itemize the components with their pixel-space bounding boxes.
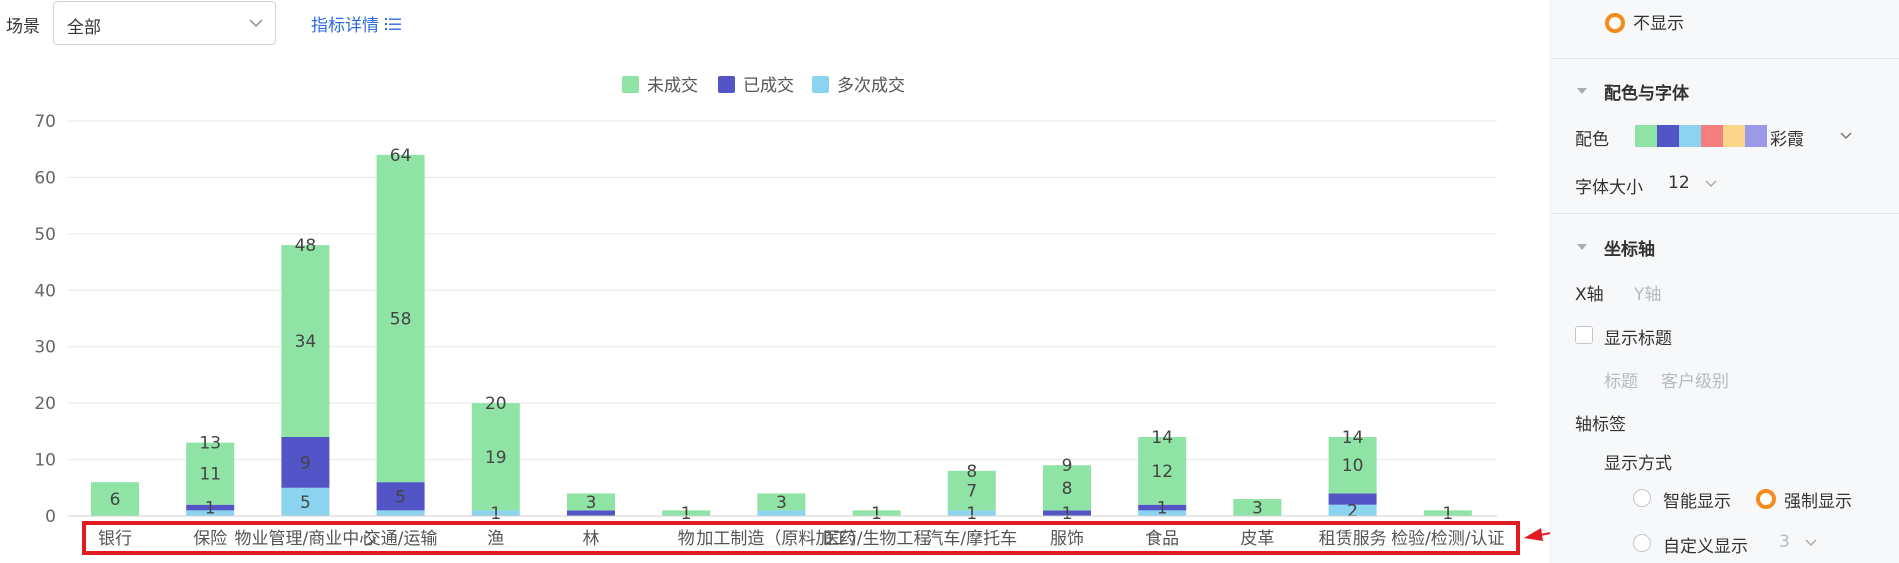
display-mode-label: 显示方式 — [1604, 454, 1672, 474]
show-title-label: 显示标题 — [1604, 329, 1672, 349]
axis-label-title: 轴标签 — [1575, 415, 1626, 435]
radio-smart-display[interactable] — [1633, 489, 1651, 507]
custom-display-chevron-down-icon[interactable] — [1804, 536, 1818, 550]
palette-swatch — [1745, 125, 1767, 147]
custom-display-value[interactable]: 3 — [1779, 532, 1790, 552]
palette-label: 配色 — [1575, 130, 1609, 150]
color-font-section-title: 配色与字体 — [1604, 84, 1689, 104]
settings-panel: 不显示 配色与字体 配色 彩霞 字体大小 12 坐标轴 X轴 Y轴 显示标题 标… — [1550, 0, 1899, 563]
palette-swatch — [1657, 125, 1679, 147]
title-input[interactable]: 客户级别 — [1661, 367, 1729, 392]
palette-name: 彩霞 — [1770, 130, 1804, 150]
radio-force-display[interactable] — [1756, 489, 1776, 509]
divider — [1551, 58, 1899, 59]
palette-swatch — [1701, 125, 1723, 147]
font-size-chevron-down-icon[interactable] — [1704, 177, 1718, 191]
tab-y-axis[interactable]: Y轴 — [1634, 280, 1661, 305]
collapse-caret-icon[interactable] — [1577, 88, 1587, 94]
hide-option-label: 不显示 — [1633, 14, 1684, 34]
force-display-label: 强制显示 — [1784, 492, 1852, 512]
tab-x-axis[interactable]: X轴 — [1575, 280, 1604, 305]
palette-chevron-down-icon[interactable] — [1839, 129, 1853, 143]
divider — [1551, 213, 1899, 214]
smart-display-label: 智能显示 — [1663, 492, 1731, 512]
font-size-label: 字体大小 — [1575, 178, 1643, 198]
axis-section-title: 坐标轴 — [1604, 240, 1655, 260]
title-label: 标题 — [1604, 372, 1638, 392]
palette-swatch — [1723, 125, 1745, 147]
font-size-value[interactable]: 12 — [1668, 173, 1690, 193]
collapse-caret-icon[interactable] — [1577, 244, 1587, 250]
radio-custom-display[interactable] — [1633, 534, 1651, 552]
custom-display-label: 自定义显示 — [1663, 537, 1748, 557]
palette-swatch — [1679, 125, 1701, 147]
show-title-checkbox[interactable] — [1575, 326, 1593, 344]
palette-swatch — [1635, 125, 1657, 147]
palette-swatches[interactable] — [1635, 125, 1767, 147]
radio-hide-selected[interactable] — [1605, 13, 1625, 33]
